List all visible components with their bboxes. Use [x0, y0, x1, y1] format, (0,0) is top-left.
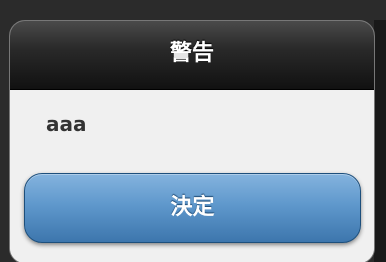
dialog-title: 警告 — [169, 41, 214, 66]
alert-dialog: 警告 aaa 決定 — [9, 20, 375, 262]
dialog-screen: 警告 aaa 決定 — [0, 0, 386, 262]
dialog-header: 警告 — [10, 21, 374, 90]
dialog-body: aaa 決定 — [10, 90, 374, 262]
confirm-button[interactable]: 決定 — [24, 173, 361, 243]
dialog-message: aaa — [46, 112, 87, 136]
right-shadow — [374, 20, 386, 262]
